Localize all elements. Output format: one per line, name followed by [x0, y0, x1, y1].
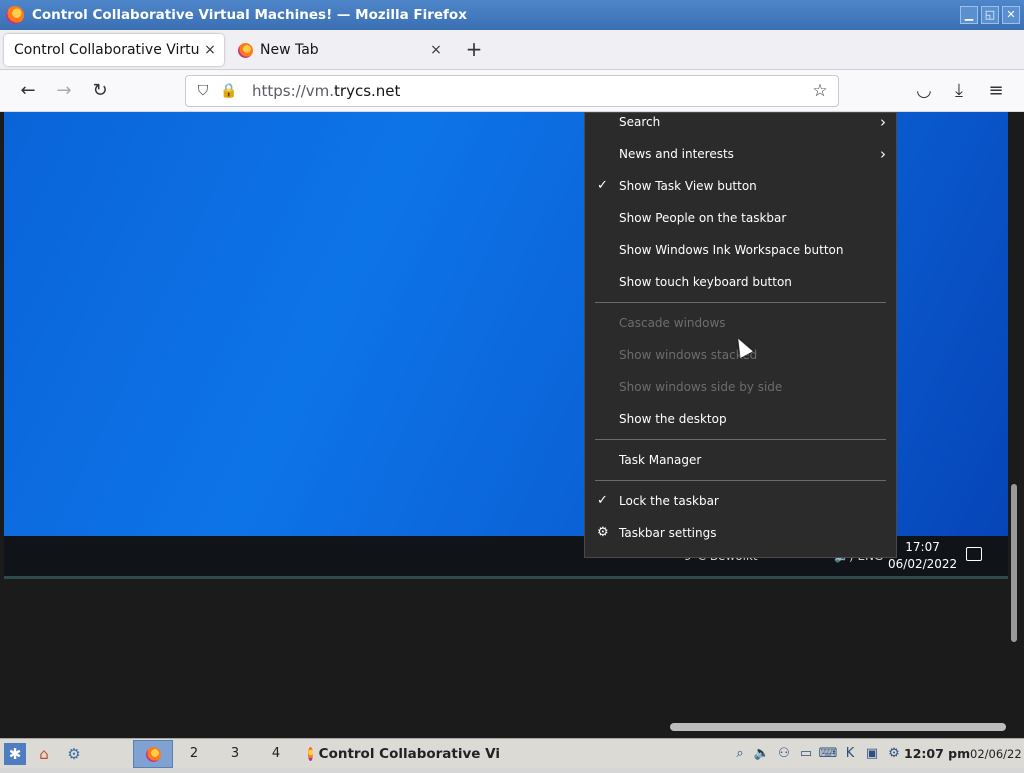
display-icon[interactable]: ▭ — [796, 743, 816, 765]
firefox-icon — [308, 747, 313, 761]
pocket-button[interactable]: ◡ — [912, 79, 936, 103]
gear-icon: ⚙ — [597, 525, 609, 540]
checkmark-icon: ✓ — [597, 178, 608, 193]
menu-item-show-task-view[interactable]: ✓ Show Task View button — [585, 171, 896, 201]
window-tray-icon[interactable]: ▣ — [862, 743, 882, 765]
new-tab-button[interactable]: + — [462, 38, 486, 62]
workspace-1[interactable] — [133, 740, 173, 768]
settings-tray-icon[interactable]: ⚙ — [884, 743, 904, 765]
menu-item-label: Show touch keyboard button — [619, 275, 792, 289]
close-button[interactable]: ✕ — [1002, 6, 1020, 24]
menu-item-label: Show Task View button — [619, 179, 757, 193]
tab-close-icon[interactable]: × — [200, 42, 220, 58]
menu-item-label: Taskbar settings — [619, 526, 717, 540]
menu-item-label: Task Manager — [619, 453, 702, 467]
url-prefix: https://vm. — [252, 82, 335, 100]
checkmark-icon: ✓ — [597, 493, 608, 508]
menu-item-show-people[interactable]: Show People on the taskbar — [585, 203, 896, 233]
chevron-right-icon: › — [880, 113, 886, 131]
menu-item-news-and-interests[interactable]: News and interests › — [585, 139, 896, 169]
action-center-icon[interactable] — [966, 547, 982, 561]
menu-item-label: Lock the taskbar — [619, 494, 719, 508]
taskbar-context-menu: Search › News and interests › ✓ Show Tas… — [584, 112, 897, 558]
tab-control-collaborative[interactable]: Control Collaborative Virtual Machines! … — [4, 34, 224, 66]
url-bar[interactable]: ⛉ 🔒 https://vm.trycs.net ☆ — [185, 75, 839, 107]
url-text[interactable]: https://vm.trycs.net — [252, 82, 808, 100]
menu-item-label: Cascade windows — [619, 316, 726, 330]
keyboard-icon[interactable]: ⌨ — [818, 743, 838, 765]
scrollbar-thumb[interactable] — [1011, 484, 1017, 642]
nav-bar: ← → ↻ ⛉ 🔒 https://vm.trycs.net ☆ ◡ ⤓ ≡ — [0, 70, 1024, 112]
lock-icon[interactable]: 🔒 — [220, 83, 238, 99]
menu-item-label: Show People on the taskbar — [619, 211, 787, 225]
menu-item-taskbar-settings[interactable]: ⚙ Taskbar settings — [585, 518, 896, 548]
downloads-button[interactable]: ⤓ — [947, 79, 971, 103]
vm-time: 17:07 — [905, 540, 940, 554]
k-tray-icon[interactable]: K — [840, 743, 860, 765]
menu-item-show-touch-keyboard[interactable]: Show touch keyboard button — [585, 267, 896, 297]
tab-label: New Tab — [260, 42, 319, 58]
menu-item-lock-taskbar[interactable]: ✓ Lock the taskbar — [585, 486, 896, 516]
workspace-3[interactable]: 3 — [215, 740, 255, 768]
chevron-right-icon: › — [880, 145, 886, 163]
reload-button[interactable]: ↻ — [88, 79, 112, 103]
desktop-panel: ✱ ⌂ ⚙ 2 3 4 Control Collaborative Vi ⌕ 🔈… — [0, 738, 1024, 768]
tab-new-tab[interactable]: New Tab × — [230, 34, 450, 66]
panel-time[interactable]: 12:07 pm — [904, 746, 970, 761]
window-titlebar: Control Collaborative Virtual Machines! … — [0, 0, 1024, 30]
window-controls: ▁ ◱ ✕ — [960, 6, 1020, 24]
menu-item-label: News and interests — [619, 147, 734, 161]
vertical-scrollbar[interactable] — [1010, 112, 1018, 738]
firefox-logo-icon — [6, 6, 24, 24]
minimize-button[interactable]: ▁ — [960, 6, 978, 24]
menu-item-search[interactable]: Search › — [585, 107, 896, 137]
task-label: Control Collaborative Vi — [318, 746, 500, 762]
volume-icon[interactable]: 🔈 — [752, 743, 772, 765]
menu-item-show-ink-workspace[interactable]: Show Windows Ink Workspace button — [585, 235, 896, 265]
firefox-icon — [145, 747, 161, 762]
app-menu-icon[interactable]: ✱ — [4, 743, 26, 765]
menu-separator — [595, 480, 886, 481]
taskbar-edge — [4, 576, 1008, 579]
menu-item-label: Show Windows Ink Workspace button — [619, 243, 844, 257]
workspace-4[interactable]: 4 — [256, 740, 296, 768]
horizontal-scrollbar[interactable] — [670, 723, 1006, 731]
menu-item-label: Search — [619, 115, 661, 129]
window-title: Control Collaborative Virtual Machines! … — [32, 7, 467, 23]
menu-item-show-desktop[interactable]: Show the desktop — [585, 404, 896, 434]
app-menu-button[interactable]: ≡ — [984, 79, 1008, 103]
tab-label: Control Collaborative Virtual Machines! — [14, 42, 200, 58]
vm-clock[interactable]: 17:07 06/02/2022 — [888, 539, 957, 573]
tab-close-icon[interactable]: × — [426, 42, 446, 58]
network-icon[interactable]: ⚙ — [63, 743, 85, 765]
panel-date[interactable]: 02/06/22 — [970, 747, 1022, 761]
shield-icon[interactable]: ⛉ — [194, 83, 212, 99]
workspace-2[interactable]: 2 — [174, 740, 214, 768]
search-icon[interactable]: ⌕ — [730, 743, 750, 765]
firefox-favicon-icon — [238, 42, 253, 58]
menu-item-show-windows-side-by-side: Show windows side by side — [585, 372, 896, 402]
tab-strip: Control Collaborative Virtual Machines! … — [0, 30, 1024, 70]
menu-item-label: Show the desktop — [619, 412, 727, 426]
home-folder-icon[interactable]: ⌂ — [33, 743, 55, 765]
menu-separator — [595, 439, 886, 440]
system-tray: ⌕ 🔈 ⚇ ▭ ⌨ K ▣ ⚙ — [730, 743, 904, 765]
back-button[interactable]: ← — [16, 79, 40, 103]
network-tray-icon[interactable]: ⚇ — [774, 743, 794, 765]
vm-date: 06/02/2022 — [888, 557, 958, 571]
menu-item-label: Show windows side by side — [619, 380, 783, 394]
bookmark-star-icon[interactable]: ☆ — [808, 81, 832, 101]
menu-item-task-manager[interactable]: Task Manager — [585, 445, 896, 475]
menu-item-cascade-windows: Cascade windows — [585, 308, 896, 338]
menu-separator — [595, 302, 886, 303]
forward-button[interactable]: → — [52, 79, 76, 103]
taskbar-window-button[interactable]: Control Collaborative Vi — [300, 740, 500, 768]
maximize-button[interactable]: ◱ — [981, 6, 999, 24]
url-domain: trycs.net — [334, 82, 401, 100]
